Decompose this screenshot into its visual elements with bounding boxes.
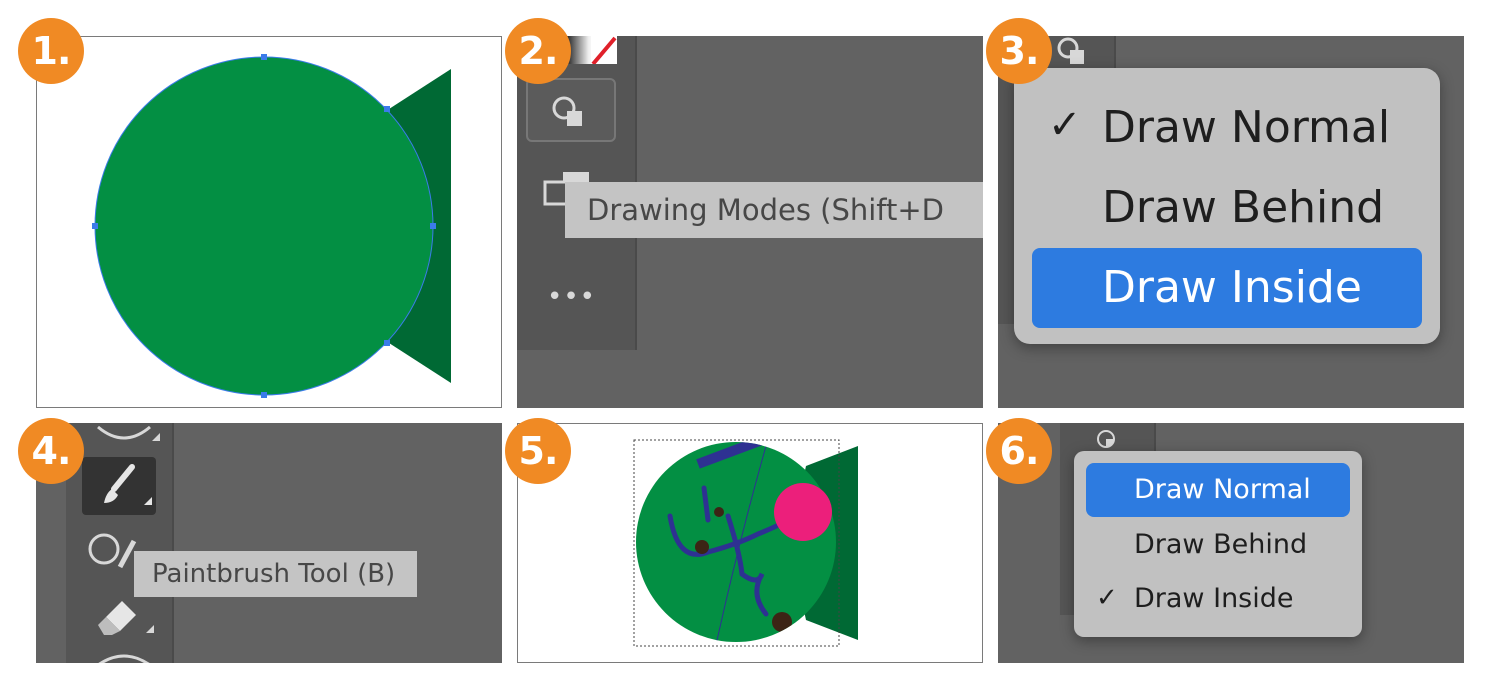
step-badge-2: 2. <box>505 18 571 84</box>
fish-body-circle[interactable] <box>94 56 434 396</box>
menu-item-draw-inside[interactable]: Draw Inside <box>1134 583 1294 614</box>
paintbrush-tool-button[interactable] <box>82 457 156 515</box>
fish-artwork-selected[interactable] <box>37 37 502 408</box>
menu-item-draw-behind[interactable]: Draw Behind <box>1102 182 1384 233</box>
panel-2-toolbar: ••• Drawing Modes (Shift+D <box>517 36 983 408</box>
brown-dot <box>772 612 792 632</box>
ellipse-tool-icon[interactable] <box>84 423 164 449</box>
more-tools-icon[interactable]: ••• <box>547 282 596 312</box>
drawing-modes-button[interactable] <box>526 78 616 142</box>
panel-1-artboard <box>36 36 502 408</box>
paintbrush-icon <box>104 464 152 505</box>
menu-item-draw-normal[interactable]: Draw Normal <box>1086 463 1350 517</box>
brown-dot <box>695 540 709 554</box>
rotate-tool-icon[interactable] <box>84 651 164 663</box>
brown-dot <box>714 507 724 517</box>
drawing-modes-menu: ✓ Draw Normal Draw Behind Draw Inside <box>1014 68 1440 344</box>
menu-item-draw-normal[interactable]: Draw Normal <box>1102 102 1390 153</box>
panel-4-toolbar: Paintbrush Tool (B) <box>36 423 502 663</box>
step-badge-1: 1. <box>18 18 84 84</box>
drawing-modes-tooltip: Drawing Modes (Shift+D <box>565 182 983 238</box>
checkmark-icon: ✓ <box>1096 583 1118 613</box>
paintbrush-tooltip: Paintbrush Tool (B) <box>134 551 418 597</box>
panel-6-menu: Draw Normal Draw Behind ✓ Draw Inside <box>998 423 1464 663</box>
draw-normal-mode-icon <box>552 96 582 126</box>
menu-item-draw-behind[interactable]: Draw Behind <box>1134 529 1307 560</box>
panel-5-artboard <box>517 423 983 663</box>
fish-artwork-drawn-inside <box>633 439 858 647</box>
step-badge-6: 6. <box>986 418 1052 484</box>
fill-stroke-swatch[interactable] <box>565 36 617 64</box>
menu-item-draw-inside[interactable]: Draw Inside <box>1032 248 1422 328</box>
draw-inside-mode-icon <box>1097 430 1115 448</box>
checkmark-icon: ✓ <box>1048 102 1082 148</box>
drawing-modes-menu: Draw Normal Draw Behind ✓ Draw Inside <box>1074 451 1362 637</box>
step-badge-4: 4. <box>18 418 84 484</box>
step-badge-3: 3. <box>986 18 1052 84</box>
panel-3-menu: ✓ Draw Normal Draw Behind Draw Inside <box>998 36 1464 408</box>
step-badge-5: 5. <box>505 418 571 484</box>
none-swatch-icon <box>591 36 617 64</box>
pink-circle <box>774 483 832 541</box>
